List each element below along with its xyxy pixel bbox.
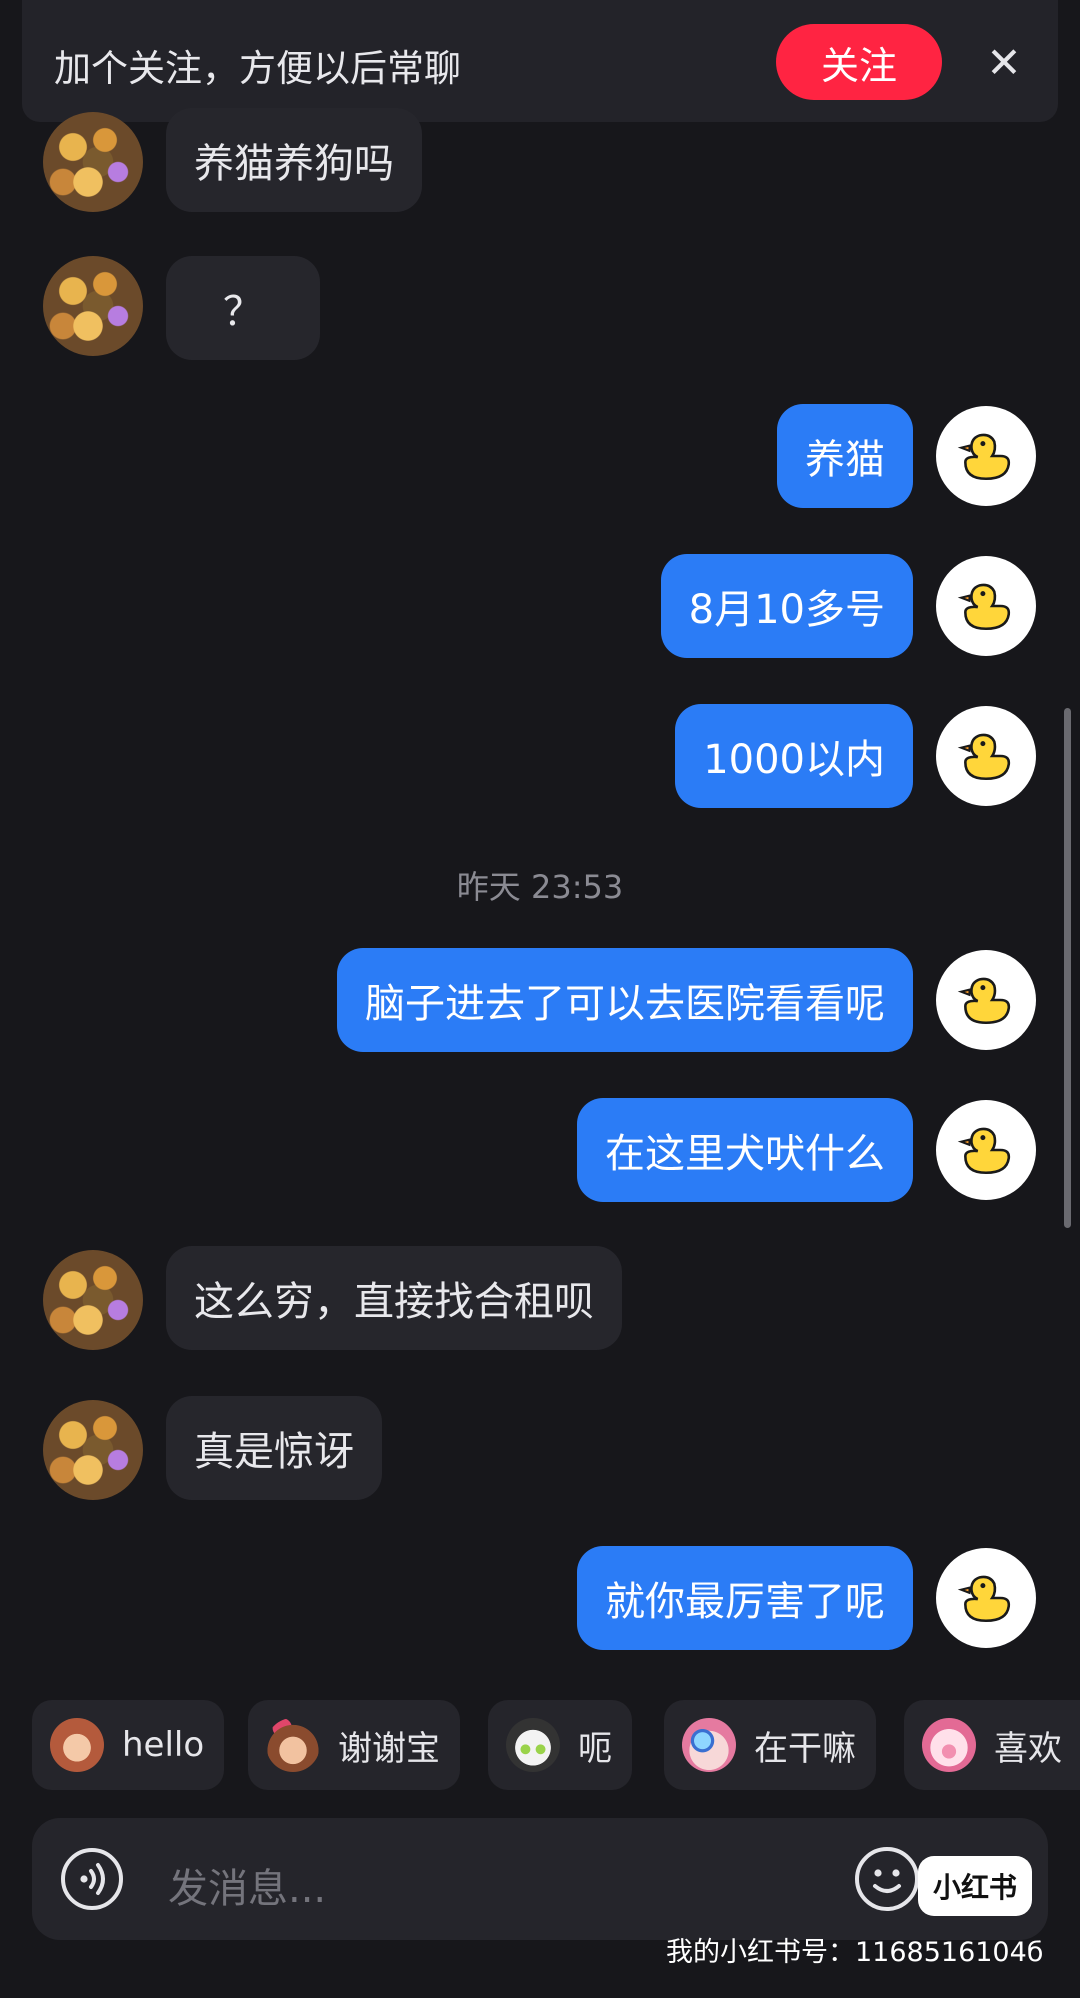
message-timestamp: 昨天 23:53 bbox=[456, 868, 624, 906]
xiaohongshu-logo: 小红书 bbox=[918, 1856, 1032, 1916]
message-bubble-received[interactable]: ？ bbox=[166, 256, 320, 360]
my-avatar[interactable] bbox=[936, 950, 1036, 1050]
magnifier-icon bbox=[682, 1718, 736, 1772]
quick-reply-uh[interactable]: 呃 bbox=[488, 1700, 632, 1790]
contact-avatar[interactable] bbox=[43, 1250, 143, 1350]
quick-reply-label: 呃 bbox=[578, 1728, 612, 1769]
pig-icon bbox=[922, 1718, 976, 1772]
message-text: 养猫养狗吗 bbox=[194, 141, 394, 187]
quick-reply-label: hello bbox=[122, 1725, 205, 1765]
message-bubble-sent[interactable]: 就你最厉害了呢 bbox=[577, 1546, 913, 1650]
message-text: ？ bbox=[223, 289, 263, 335]
duck-icon bbox=[957, 733, 1011, 781]
close-icon[interactable]: ✕ bbox=[980, 38, 1028, 87]
message-text: 这么穷，直接找合租呗 bbox=[194, 1279, 594, 1325]
quick-reply-thanks[interactable]: 谢谢宝 bbox=[248, 1700, 460, 1790]
message-bubble-sent[interactable]: 1000以内 bbox=[675, 704, 913, 808]
message-bubble-received[interactable]: 真是惊讶 bbox=[166, 1396, 382, 1500]
message-text: 8月10多号 bbox=[688, 587, 885, 633]
follow-prompt-text: 加个关注，方便以后常聊 bbox=[54, 47, 461, 90]
message-bubble-sent[interactable]: 脑子进去了可以去医院看看呢 bbox=[337, 948, 913, 1052]
message-bubble-sent[interactable]: 养猫 bbox=[777, 404, 913, 508]
message-text: 在这里犬吠什么 bbox=[605, 1131, 885, 1177]
quick-reply-whatcha-doing[interactable]: 在干嘛 bbox=[664, 1700, 876, 1790]
cat-icon bbox=[506, 1718, 560, 1772]
chat-scrollbar[interactable] bbox=[1064, 708, 1071, 1228]
follow-button[interactable]: 关注 bbox=[776, 24, 942, 100]
emoji-icon[interactable] bbox=[854, 1846, 920, 1912]
message-text: 脑子进去了可以去医院看看呢 bbox=[365, 981, 885, 1027]
voice-icon[interactable] bbox=[60, 1847, 124, 1911]
quick-reply-hello[interactable]: hello bbox=[32, 1700, 225, 1790]
message-bubble-sent[interactable]: 8月10多号 bbox=[660, 554, 913, 658]
my-avatar[interactable] bbox=[936, 406, 1036, 506]
message-text: 就你最厉害了呢 bbox=[605, 1579, 885, 1625]
message-bubble-received[interactable]: 养猫养狗吗 bbox=[166, 108, 422, 212]
duck-icon bbox=[957, 1575, 1011, 1623]
contact-avatar[interactable] bbox=[43, 1400, 143, 1500]
message-text: 1000以内 bbox=[703, 737, 885, 783]
message-text: 真是惊讶 bbox=[194, 1429, 354, 1475]
quick-reply-bar: hello 谢谢宝 呃 在干嘛 喜欢 bbox=[0, 1700, 1080, 1792]
message-text: 养猫 bbox=[805, 437, 885, 483]
monkey-icon bbox=[50, 1718, 104, 1772]
duck-icon bbox=[957, 433, 1011, 481]
quick-reply-label: 谢谢宝 bbox=[338, 1728, 440, 1769]
message-input[interactable]: 发消息... bbox=[168, 1856, 326, 1914]
message-bubble-received[interactable]: 这么穷，直接找合租呗 bbox=[166, 1246, 622, 1350]
duck-icon bbox=[957, 977, 1011, 1025]
duck-icon bbox=[957, 583, 1011, 631]
quick-reply-like[interactable]: 喜欢 bbox=[904, 1700, 1080, 1790]
my-avatar[interactable] bbox=[936, 706, 1036, 806]
my-avatar[interactable] bbox=[936, 1100, 1036, 1200]
watermark-user-id: 我的小红书号：1168516104б bbox=[666, 1937, 1044, 1968]
flower-girl-icon bbox=[266, 1718, 320, 1772]
quick-reply-label: 在干嘛 bbox=[754, 1728, 856, 1769]
duck-icon bbox=[957, 1127, 1011, 1175]
my-avatar[interactable] bbox=[936, 1548, 1036, 1648]
contact-avatar[interactable] bbox=[43, 256, 143, 356]
quick-reply-label: 喜欢 bbox=[994, 1728, 1062, 1769]
follow-banner: 加个关注，方便以后常聊 关注 ✕ bbox=[22, 0, 1058, 122]
message-input-bar: 发消息... bbox=[32, 1818, 1048, 1940]
message-bubble-sent[interactable]: 在这里犬吠什么 bbox=[577, 1098, 913, 1202]
my-avatar[interactable] bbox=[936, 556, 1036, 656]
contact-avatar[interactable] bbox=[43, 112, 143, 212]
